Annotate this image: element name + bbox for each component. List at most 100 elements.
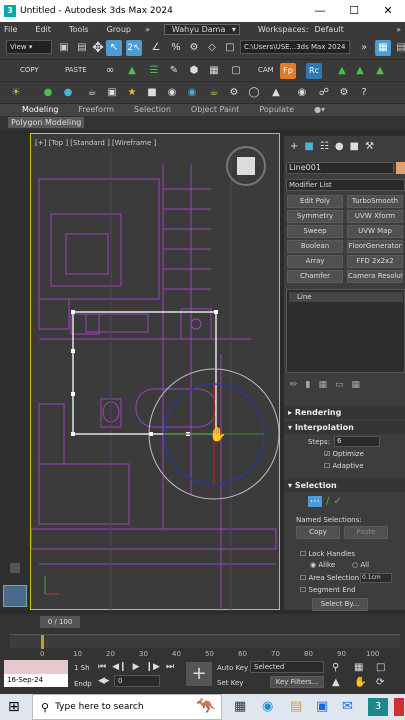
angle-snap-icon[interactable]: ∠	[148, 40, 164, 56]
ribbon-tab-selection[interactable]: Selection	[124, 104, 181, 116]
viewcube-compass[interactable]	[226, 146, 266, 186]
maxscript-listener[interactable]	[4, 660, 68, 674]
viewport-layout-icon[interactable]	[3, 585, 27, 607]
modifier-boolean-button[interactable]: Boolean	[287, 240, 343, 253]
modifier-edit-poly-button[interactable]: Edit Poly	[287, 195, 343, 208]
time-slider[interactable]: 0 / 100	[40, 616, 80, 628]
plant-icon[interactable]: ▲	[352, 63, 368, 79]
trackbar[interactable]	[10, 634, 400, 649]
modifier-floorgenerator-button[interactable]: FloorGenerator	[347, 240, 403, 253]
steps-spinner[interactable]: 6	[334, 436, 380, 447]
key-selection-dropdown[interactable]: Selected	[250, 661, 324, 673]
taskbar-search[interactable]: ⚲ Type here to search	[32, 694, 222, 720]
paste-label[interactable]: PASTE	[65, 66, 87, 74]
current-frame-marker[interactable]	[41, 635, 44, 649]
interpolation-rollout[interactable]: ▾ Interpolation	[284, 421, 405, 434]
object-name-field[interactable]: Line001	[286, 162, 394, 174]
layout-tab-icon[interactable]	[10, 563, 20, 573]
alike-radio[interactable]: ◉ Alike	[310, 561, 335, 569]
go-to-end-icon[interactable]: ⏭	[166, 662, 174, 672]
help-icon[interactable]: ?	[356, 85, 372, 101]
area-selection-checkbox[interactable]: ☐ Area Selection	[300, 574, 359, 582]
ribbon-options-icon[interactable]: ●▾	[304, 104, 335, 116]
fp-plugin-icon[interactable]: Fp	[280, 63, 296, 79]
workspace-dropdown[interactable]: Default	[315, 25, 344, 34]
all-radio[interactable]: ○ All	[352, 561, 369, 569]
align-icon[interactable]: □	[222, 40, 238, 56]
menu-edit[interactable]: Edit	[35, 25, 51, 34]
motion-tab-icon[interactable]: ●	[335, 141, 344, 152]
menu-more-2[interactable]: »	[396, 25, 401, 34]
opera-taskbar-icon[interactable]	[394, 698, 404, 716]
frame-icon[interactable]: ▢	[228, 63, 244, 79]
select-by-button[interactable]: Select By...	[312, 598, 368, 611]
segment-level-icon[interactable]: ∕	[326, 496, 329, 507]
menu-file[interactable]: File	[4, 25, 17, 34]
mat-icon[interactable]: ◉	[294, 85, 310, 101]
lightbulb-icon[interactable]: ◯	[246, 85, 262, 101]
ribbon-tab-modeling[interactable]: Modeling	[12, 104, 68, 116]
render-icon[interactable]: ☕	[206, 85, 222, 101]
sphere-icon[interactable]: ●	[60, 85, 76, 101]
project-path-field[interactable]: C:\Users\USE...3ds Max 2024	[240, 40, 350, 54]
utilities-tab-icon[interactable]: ⚒	[365, 141, 374, 152]
link-chain-icon[interactable]: ☍	[316, 85, 332, 101]
ribbon-sub-label[interactable]: Polygon Modeling	[8, 117, 85, 128]
selection-rollout[interactable]: ▾ Selection	[284, 479, 405, 492]
camera-icon[interactable]: ▣	[104, 85, 120, 101]
flat-shade-icon[interactable]: ▲	[124, 63, 140, 79]
viewport-top[interactable]: [+] [Top ] [Standard ] [Wireframe ] ✋	[30, 133, 280, 611]
grid-icon[interactable]: ▦	[206, 63, 222, 79]
user-account[interactable]: Wahyu Dama ▾	[163, 23, 240, 35]
maximize-button[interactable]: ☐	[337, 0, 371, 22]
zoom-icon[interactable]: ⚲	[332, 662, 354, 673]
display-tab-icon[interactable]: ■	[350, 141, 359, 152]
named-selection-paste-button[interactable]: Paste	[344, 526, 388, 539]
create-tab-icon[interactable]: +	[290, 141, 298, 152]
set-key-button[interactable]: Set Key	[217, 679, 243, 687]
configure-sets-icon[interactable]: ▦	[352, 380, 361, 390]
zoom-all-icon[interactable]: ▦	[354, 662, 376, 673]
spinner-snap-icon[interactable]: ⚙	[186, 40, 202, 56]
layers-icon[interactable]: ☰	[146, 63, 162, 79]
play-icon[interactable]: ▶	[133, 662, 140, 672]
next-frame-icon[interactable]: ❙▶	[146, 662, 160, 672]
kangaroo-widget-icon[interactable]: 🦘	[196, 696, 216, 715]
hexagon-icon[interactable]: ⬢	[186, 63, 202, 79]
field-of-view-icon[interactable]: ▲	[332, 677, 354, 688]
light-icon[interactable]: ☀	[8, 85, 24, 101]
cam-label[interactable]: CAM	[258, 66, 274, 74]
vertex-level-icon[interactable]: ⋯	[308, 496, 322, 507]
ribbon-tab-freeform[interactable]: Freeform	[68, 104, 124, 116]
scene-explorer-icon[interactable]: ▦	[375, 40, 391, 56]
lock-handles-checkbox[interactable]: ☐ Lock Handles	[300, 550, 355, 558]
show-end-result-icon[interactable]: ▮	[306, 380, 311, 390]
current-frame-field[interactable]: 0	[114, 675, 160, 687]
link-icon[interactable]: ∞	[102, 63, 118, 79]
mail-icon[interactable]: ✉	[342, 699, 353, 714]
zoom-extents-icon[interactable]: □	[376, 662, 398, 673]
remove-modifier-icon[interactable]: ▭	[335, 380, 344, 390]
make-unique-icon[interactable]: ▦	[319, 380, 328, 390]
select-object-icon[interactable]: ↖	[106, 40, 122, 56]
ribbon-tab-object-paint[interactable]: Object Paint	[181, 104, 249, 116]
tree-icon[interactable]: ▲	[334, 63, 350, 79]
minimize-button[interactable]: —	[303, 0, 337, 22]
mirror-icon[interactable]: ◇	[204, 40, 220, 56]
forest-icon[interactable]: ▲	[372, 63, 388, 79]
spline-level-icon[interactable]: ✓	[333, 496, 341, 507]
key-filters-button[interactable]: Key Filters...	[270, 676, 324, 688]
modifier-chamfer-button[interactable]: Chamfer	[287, 270, 343, 283]
3dsmax-taskbar-icon[interactable]: 3	[368, 698, 388, 716]
ease-icon[interactable]: ●	[40, 85, 56, 101]
copy-label[interactable]: COPY	[20, 66, 39, 74]
auto-key-button[interactable]: Auto Key	[217, 664, 248, 672]
paint-icon[interactable]: ✎	[166, 63, 182, 79]
modifier-symmetry-button[interactable]: Symmetry	[287, 210, 343, 223]
explore-icon[interactable]: ▲	[268, 85, 284, 101]
adaptive-checkbox[interactable]: ☐ Adaptive	[324, 462, 364, 470]
menu-more[interactable]: »	[145, 25, 150, 34]
menu-tools[interactable]: Tools	[69, 25, 89, 34]
settings-icon[interactable]: ⚙	[336, 85, 352, 101]
ribbon-tab-populate[interactable]: Populate	[249, 104, 304, 116]
